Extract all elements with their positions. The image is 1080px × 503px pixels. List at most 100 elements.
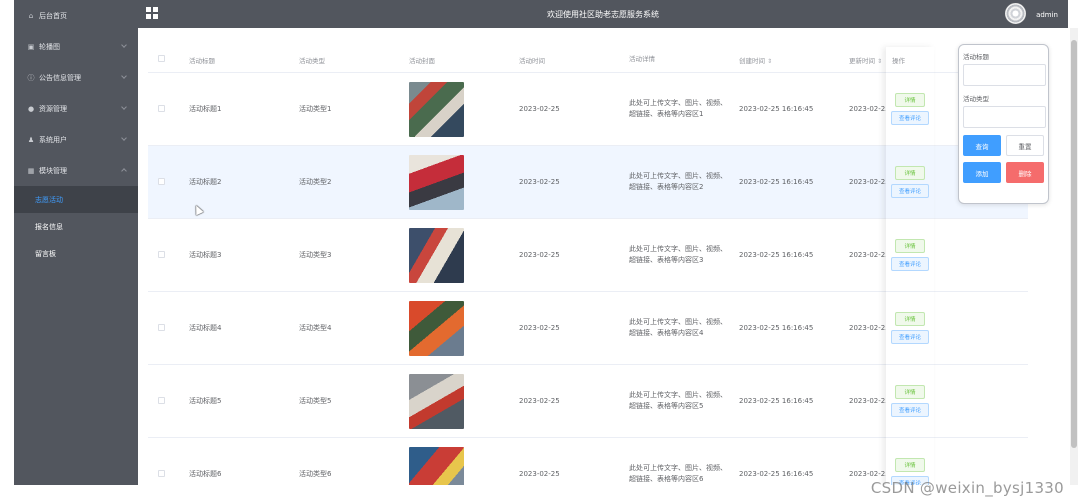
detail-button[interactable]: 详情	[895, 312, 925, 326]
add-button[interactable]: 添加	[963, 162, 1001, 183]
search-title-input[interactable]	[963, 64, 1046, 86]
row-checkbox[interactable]	[158, 177, 165, 185]
column-header-created[interactable]: 创建时间 ⇕	[739, 55, 849, 65]
sidebar-item-system-users[interactable]: ♟ 系统用户	[14, 124, 138, 155]
cell-type: 活动类型5	[299, 397, 332, 405]
row-checkbox-cell	[148, 396, 189, 406]
sort-icon[interactable]: ⇕	[877, 58, 882, 65]
cell-type: 活动类型6	[299, 470, 332, 478]
sidebar-item-label: 轮播图	[39, 42, 60, 51]
cell-type: 活动类型4	[299, 324, 332, 332]
column-header-ops: 操作	[886, 47, 934, 73]
module-icon: ▦	[27, 166, 35, 175]
detail-button[interactable]: 详情	[895, 93, 925, 107]
delete-button[interactable]: 删除	[1006, 162, 1044, 183]
ops-cell: 详情 查看评论	[886, 438, 934, 485]
detail-button[interactable]: 详情	[895, 458, 925, 472]
chevron-down-icon	[121, 104, 127, 110]
username-label[interactable]: admin	[1036, 11, 1058, 19]
view-comments-button[interactable]: 查看评论	[891, 330, 929, 344]
sidebar-item-modules[interactable]: ▦ 模块管理	[14, 155, 138, 186]
activity-cover-image[interactable]	[409, 373, 464, 429]
sidebar-item-announcements[interactable]: ⓘ 公告信息管理	[14, 62, 138, 93]
column-header-time: 活动时间	[519, 56, 545, 65]
action-button-row: 添加 删除	[963, 162, 1044, 183]
sidebar-item-resources[interactable]: ● 资源管理	[14, 93, 138, 124]
view-comments-button[interactable]: 查看评论	[891, 257, 929, 271]
cell-detail: 此处可上传文字、图片、视频、超链接、表格等内容区6	[629, 464, 727, 483]
cell-created: 2023-02-25 16:16:45	[739, 251, 814, 259]
row-checkbox[interactable]	[158, 250, 165, 258]
cell-cover	[409, 373, 519, 429]
cell-title: 活动标题1	[189, 105, 222, 113]
chevron-down-icon	[121, 135, 127, 141]
search-type-input[interactable]	[963, 106, 1046, 128]
sidebar-subitem-message-board[interactable]: 留言板	[14, 240, 138, 267]
activity-cover-image[interactable]	[409, 300, 464, 356]
cell-title: 活动标题2	[189, 178, 222, 186]
sidebar-subitem-volunteer-activities[interactable]: 志愿活动	[14, 186, 138, 213]
sidebar-item-label: 模块管理	[39, 166, 67, 175]
view-comments-button[interactable]: 查看评论	[891, 403, 929, 417]
reset-button[interactable]: 重置	[1006, 135, 1044, 156]
search-button-row: 查询 重置	[963, 135, 1044, 156]
activity-cover-image[interactable]	[409, 446, 464, 485]
cell-created: 2023-02-25 16:16:45	[739, 397, 814, 405]
detail-button[interactable]: 详情	[895, 239, 925, 253]
home-icon: ⌂	[28, 11, 34, 20]
sidebar-subitem-registrations[interactable]: 报名信息	[14, 213, 138, 240]
ops-cell: 详情 查看评论	[886, 146, 934, 219]
vertical-scrollbar[interactable]	[1070, 28, 1078, 485]
cell-cover	[409, 81, 519, 137]
cell-created: 2023-02-25 16:16:45	[739, 324, 814, 332]
left-gutter	[0, 0, 14, 503]
row-checkbox-cell	[148, 469, 189, 479]
column-header-cover: 活动封面	[409, 56, 435, 65]
cell-detail: 此处可上传文字、图片、视频、超链接、表格等内容区2	[629, 172, 727, 191]
select-all-cell	[148, 55, 189, 64]
cell-time: 2023-02-25	[519, 251, 560, 259]
detail-button[interactable]: 详情	[895, 166, 925, 180]
sidebar-item-label: 资源管理	[39, 104, 67, 113]
column-header-detail: 活动详情	[629, 55, 655, 63]
detail-button[interactable]: 详情	[895, 385, 925, 399]
search-type-label: 活动类型	[963, 95, 989, 103]
row-checkbox[interactable]	[158, 469, 165, 477]
cell-created: 2023-02-25 16:16:45	[739, 470, 814, 478]
activity-cover-image[interactable]	[409, 154, 464, 210]
select-all-checkbox[interactable]	[158, 55, 165, 62]
activity-cover-image[interactable]	[409, 227, 464, 283]
cell-created: 2023-02-25 16:16:45	[739, 178, 814, 186]
view-comments-button[interactable]: 查看评论	[891, 111, 929, 125]
row-checkbox[interactable]	[158, 323, 165, 331]
query-button[interactable]: 查询	[963, 135, 1001, 156]
info-icon: ⓘ	[27, 73, 35, 82]
cell-time: 2023-02-25	[519, 178, 560, 186]
row-checkbox[interactable]	[158, 104, 165, 112]
row-checkbox[interactable]	[158, 396, 165, 404]
cell-type: 活动类型2	[299, 178, 332, 186]
sidebar-subitem-label: 留言板	[35, 249, 56, 258]
row-checkbox-cell	[148, 177, 189, 187]
sidebar-subitem-label: 志愿活动	[35, 195, 63, 204]
cell-time: 2023-02-25	[519, 397, 560, 405]
page-title: 欢迎使用社区助老志愿服务系统	[547, 10, 659, 19]
cell-title: 活动标题3	[189, 251, 222, 259]
sort-icon[interactable]: ⇕	[767, 58, 772, 65]
view-comments-button[interactable]: 查看评论	[891, 184, 929, 198]
sidebar-item-label: 后台首页	[39, 11, 67, 20]
location-icon: ●	[27, 104, 35, 113]
cell-detail: 此处可上传文字、图片、视频、超链接、表格等内容区3	[629, 245, 727, 264]
column-header-type: 活动类型	[299, 56, 325, 65]
sidebar-item-carousel[interactable]: ▣ 轮播图	[14, 31, 138, 62]
scrollbar-thumb[interactable]	[1071, 40, 1077, 448]
sidebar-item-home[interactable]: ⌂ 后台首页	[14, 0, 138, 31]
avatar[interactable]	[1005, 3, 1026, 24]
cell-cover	[409, 227, 519, 283]
cell-detail: 此处可上传文字、图片、视频、超链接、表格等内容区4	[629, 318, 727, 337]
search-title-label: 活动标题	[963, 53, 989, 61]
cell-type: 活动类型3	[299, 251, 332, 259]
sidebar-item-label: 系统用户	[39, 135, 67, 144]
chevron-down-icon	[121, 42, 127, 48]
activity-cover-image[interactable]	[409, 81, 464, 137]
